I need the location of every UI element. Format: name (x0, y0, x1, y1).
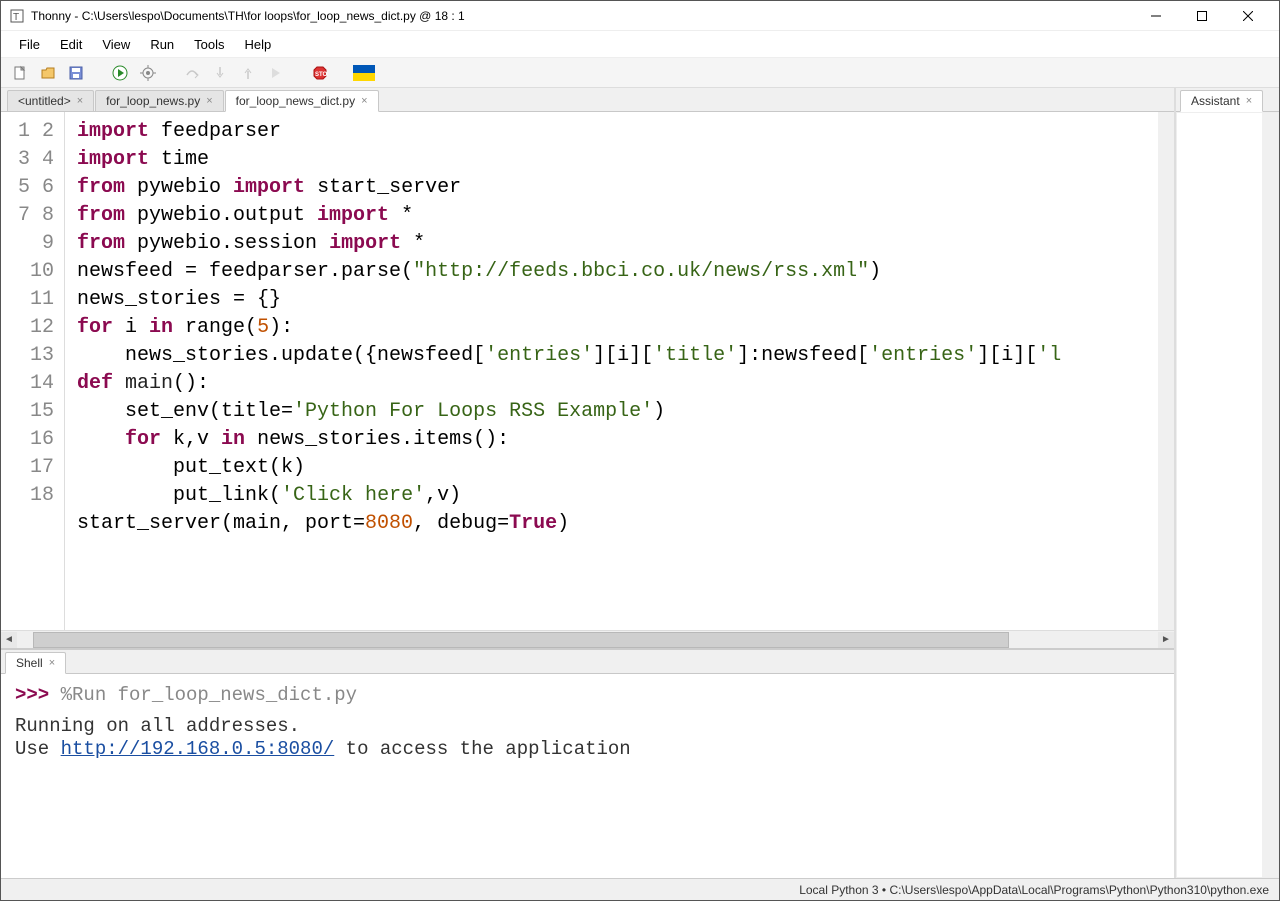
code-content[interactable]: import feedparserimport timefrom pywebio… (65, 112, 1174, 630)
maximize-button[interactable] (1179, 1, 1225, 31)
menubar: FileEditViewRunToolsHelp (1, 31, 1279, 58)
debug-button[interactable] (137, 62, 159, 84)
step-over-button[interactable] (181, 62, 203, 84)
save-file-button[interactable] (65, 62, 87, 84)
resume-button[interactable] (265, 62, 287, 84)
step-into-button[interactable] (209, 62, 231, 84)
close-icon[interactable]: × (77, 95, 83, 107)
right-column: Assistant × (1175, 88, 1279, 878)
titlebar: T Thonny - C:\Users\lespo\Documents\TH\f… (1, 1, 1279, 31)
shell-line: Running on all addresses. (15, 715, 1160, 738)
editor-area: <untitled>×for_loop_news.py×for_loop_new… (1, 88, 1174, 648)
scroll-right-icon[interactable]: ► (1158, 632, 1174, 648)
tab-shell[interactable]: Shell × (5, 652, 66, 674)
shell-link[interactable]: http://192.168.0.5:8080/ (61, 738, 335, 760)
stop-button[interactable]: STOP (309, 62, 331, 84)
tab-for_loop_news-py[interactable]: for_loop_news.py × (95, 90, 224, 111)
editor-vscrollbar[interactable] (1158, 112, 1174, 630)
assistant-panel (1176, 112, 1279, 878)
svg-text:T: T (13, 12, 19, 23)
shell-tab-label: Shell (16, 656, 43, 670)
tab-label: for_loop_news.py (106, 94, 200, 108)
window-controls (1133, 1, 1271, 31)
app-icon: T (9, 8, 25, 24)
assistant-tabs: Assistant × (1176, 88, 1279, 112)
menu-help[interactable]: Help (235, 33, 282, 56)
tab-assistant[interactable]: Assistant × (1180, 90, 1263, 112)
ukraine-flag-icon[interactable] (353, 65, 375, 81)
assistant-tab-label: Assistant (1191, 94, 1240, 108)
scroll-left-icon[interactable]: ◄ (1, 632, 17, 648)
line-gutter: 1 2 3 4 5 6 7 8 9 10 11 12 13 14 15 16 1… (1, 112, 65, 630)
tab-label: <untitled> (18, 94, 71, 108)
shell-area: Shell × >>> %Run for_loop_news_dict.py Ru… (1, 648, 1174, 878)
editor-tabs: <untitled>×for_loop_news.py×for_loop_new… (1, 88, 1174, 112)
tab-for_loop_news_dict-py[interactable]: for_loop_news_dict.py × (225, 90, 379, 112)
new-file-button[interactable] (9, 62, 31, 84)
shell-prompt: >>> (15, 684, 61, 706)
window-title: Thonny - C:\Users\lespo\Documents\TH\for… (31, 9, 1133, 23)
toolbar: STOP (1, 58, 1279, 88)
menu-file[interactable]: File (9, 33, 50, 56)
step-out-button[interactable] (237, 62, 259, 84)
shell-command: %Run for_loop_news_dict.py (61, 684, 357, 706)
menu-edit[interactable]: Edit (50, 33, 92, 56)
close-button[interactable] (1225, 1, 1271, 31)
assistant-vscrollbar[interactable] (1262, 113, 1278, 877)
status-text: Local Python 3 • C:\Users\lespo\AppData\… (799, 883, 1269, 897)
close-icon[interactable]: × (1246, 95, 1252, 107)
main-area: <untitled>×for_loop_news.py×for_loop_new… (1, 88, 1279, 878)
run-button[interactable] (109, 62, 131, 84)
open-file-button[interactable] (37, 62, 59, 84)
close-icon[interactable]: × (49, 657, 55, 669)
left-column: <untitled>×for_loop_news.py×for_loop_new… (1, 88, 1175, 878)
shell-line: Use http://192.168.0.5:8080/ to access t… (15, 738, 1160, 761)
svg-text:STOP: STOP (315, 72, 328, 78)
minimize-button[interactable] (1133, 1, 1179, 31)
close-icon[interactable]: × (361, 95, 367, 107)
tab-untitled[interactable]: <untitled> × (7, 90, 94, 111)
hscroll-thumb[interactable] (33, 632, 1009, 648)
menu-view[interactable]: View (92, 33, 140, 56)
statusbar: Local Python 3 • C:\Users\lespo\AppData\… (1, 878, 1279, 900)
menu-tools[interactable]: Tools (184, 33, 234, 56)
close-icon[interactable]: × (206, 95, 212, 107)
shell-output[interactable]: >>> %Run for_loop_news_dict.py Running o… (1, 674, 1174, 878)
shell-tabs: Shell × (1, 650, 1174, 674)
editor-hscrollbar[interactable]: ◄ ► (1, 630, 1174, 648)
tab-label: for_loop_news_dict.py (236, 94, 355, 108)
code-editor[interactable]: 1 2 3 4 5 6 7 8 9 10 11 12 13 14 15 16 1… (1, 112, 1174, 630)
menu-run[interactable]: Run (140, 33, 184, 56)
